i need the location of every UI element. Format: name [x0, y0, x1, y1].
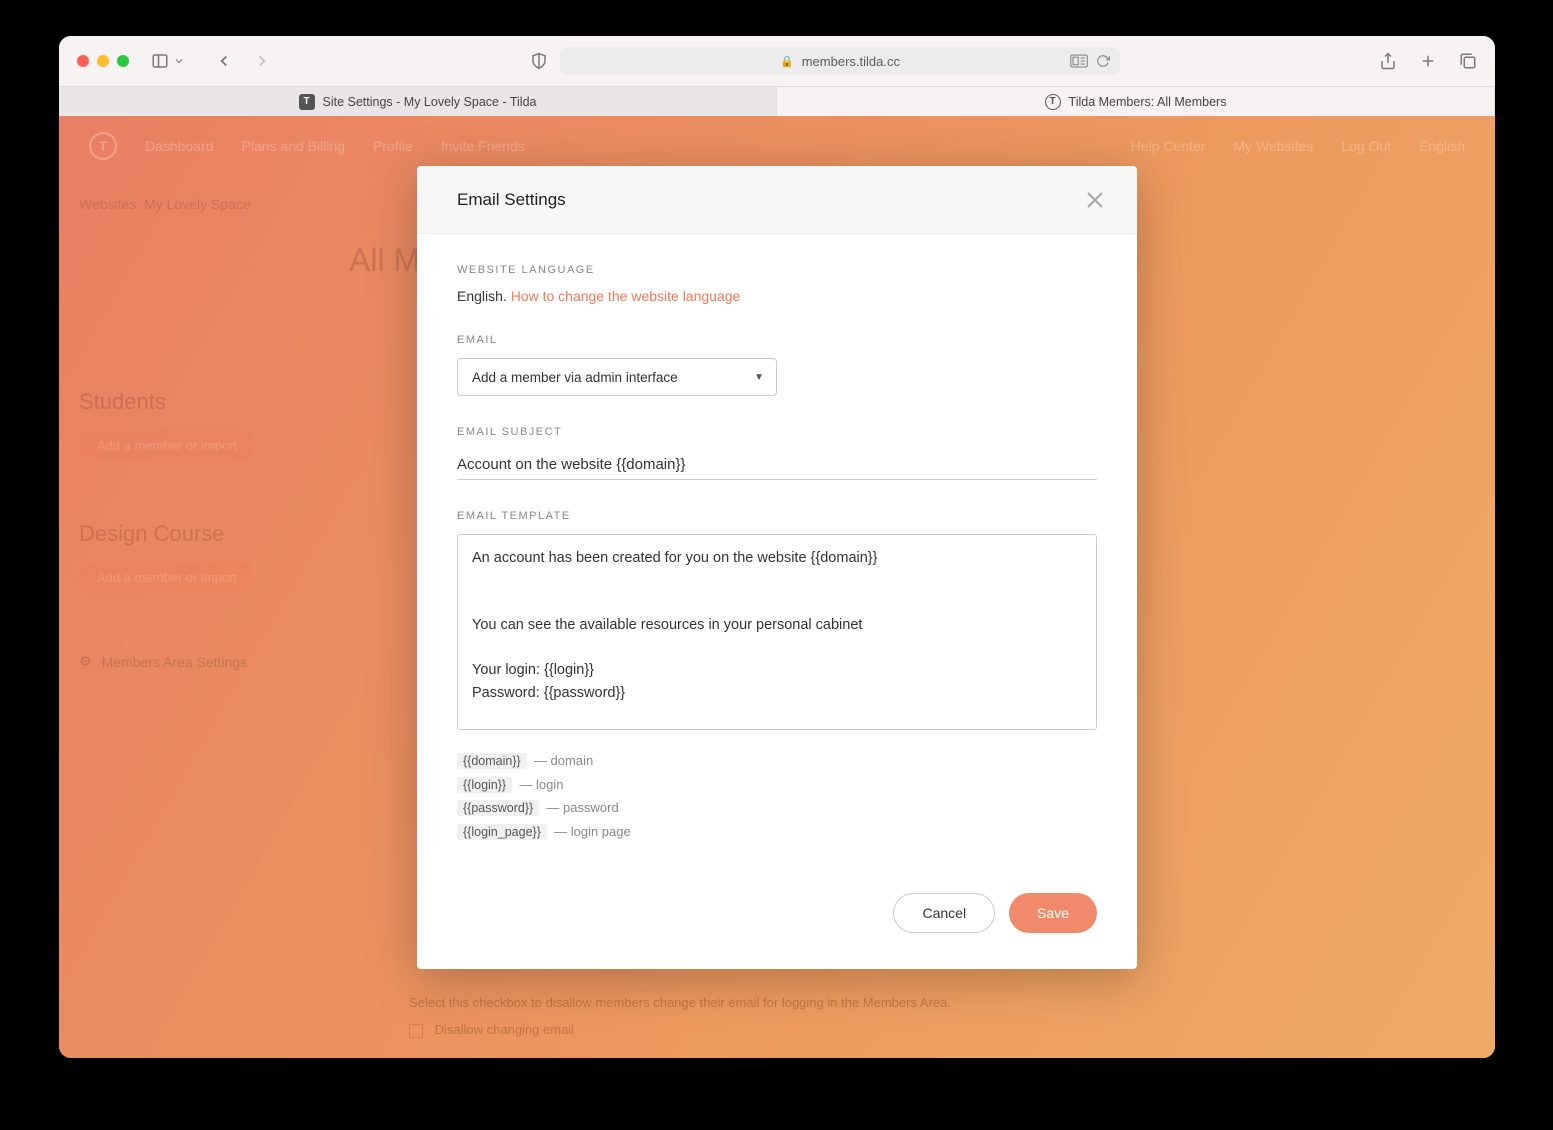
var-tag: {{password}}	[457, 800, 539, 816]
window-zoom[interactable]	[117, 55, 129, 67]
reader-icon[interactable]	[1070, 54, 1088, 68]
url-text: members.tilda.cc	[802, 54, 900, 69]
new-tab-icon[interactable]	[1419, 52, 1437, 70]
change-language-link[interactable]: How to change the website language	[511, 288, 741, 304]
language-row: English. How to change the website langu…	[457, 288, 1097, 304]
sidebar-toggle[interactable]	[151, 52, 185, 70]
window-close[interactable]	[77, 55, 89, 67]
titlebar: 🔒 members.tilda.cc	[59, 36, 1495, 86]
chevron-down-icon	[173, 55, 185, 67]
traffic-lights	[77, 55, 129, 67]
browser-tab-2[interactable]: T Tilda Members: All Members	[777, 87, 1495, 116]
address-bar[interactable]: 🔒 members.tilda.cc	[560, 47, 1120, 75]
website-language-label: WEBSITE LANGUAGE	[457, 264, 1097, 276]
tab-label: Tilda Members: All Members	[1069, 95, 1227, 109]
email-template-textarea[interactable]	[457, 534, 1097, 730]
var-tag: {{domain}}	[457, 753, 527, 769]
close-button[interactable]	[1083, 188, 1107, 212]
var-tag: {{login}}	[457, 777, 512, 793]
save-button[interactable]: Save	[1009, 893, 1097, 933]
var-tag: {{login_page}}	[457, 824, 547, 840]
modal-header: Email Settings	[417, 166, 1137, 234]
email-subject-input[interactable]	[457, 450, 1097, 480]
window-minimize[interactable]	[97, 55, 109, 67]
tab-bar: T Site Settings - My Lovely Space - Tild…	[59, 86, 1495, 116]
template-variables: {{domain}} — domain {{login}} — login {{…	[457, 749, 1097, 843]
chevron-down-icon: ▼	[754, 372, 764, 383]
checkbox	[409, 1024, 423, 1038]
modal-footer: Cancel Save	[417, 863, 1137, 969]
email-settings-modal: Email Settings WEBSITE LANGUAGE English.…	[417, 166, 1137, 969]
logo-icon: T	[89, 132, 117, 160]
forward-button[interactable]	[253, 52, 271, 70]
browser-window: 🔒 members.tilda.cc T Site Settings - My …	[59, 36, 1495, 1058]
modal-body: WEBSITE LANGUAGE English. How to change …	[417, 234, 1137, 863]
email-type-select[interactable]: Add a member via admin interface ▼	[457, 358, 777, 396]
modal-title: Email Settings	[457, 190, 566, 210]
privacy-shield-icon[interactable]	[530, 52, 548, 70]
bg-below: Select this checkbox to disallow members…	[409, 995, 1455, 1038]
email-template-label: EMAIL TEMPLATE	[457, 510, 1097, 522]
tab-favicon: T	[1045, 94, 1061, 110]
share-icon[interactable]	[1379, 52, 1397, 70]
reload-icon[interactable]	[1096, 54, 1110, 68]
lock-icon: 🔒	[780, 55, 794, 68]
cancel-button[interactable]: Cancel	[893, 893, 995, 933]
sidebar-icon	[151, 52, 169, 70]
page-content: T Dashboard Plans and Billing Profile In…	[59, 116, 1495, 1058]
tab-label: Site Settings - My Lovely Space - Tilda	[323, 95, 537, 109]
tab-favicon: T	[299, 94, 315, 110]
language-value: English.	[457, 288, 507, 304]
email-label: EMAIL	[457, 334, 1097, 346]
browser-tab-1[interactable]: T Site Settings - My Lovely Space - Tild…	[59, 87, 777, 116]
email-subject-label: EMAIL SUBJECT	[457, 426, 1097, 438]
tabs-overview-icon[interactable]	[1459, 52, 1477, 70]
close-icon	[1083, 188, 1107, 212]
gear-icon: ⚙	[79, 653, 92, 670]
select-value: Add a member via admin interface	[472, 370, 678, 385]
back-button[interactable]	[215, 52, 233, 70]
